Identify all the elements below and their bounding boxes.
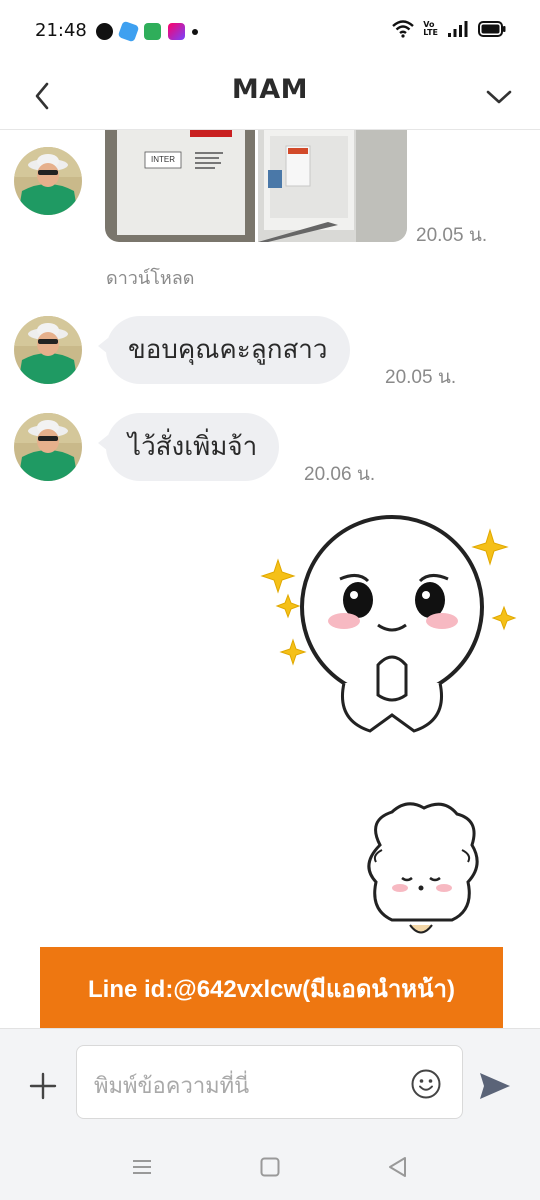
message-timestamp: 20.06 น. — [304, 464, 376, 485]
avatar-image — [14, 147, 82, 215]
home-icon — [260, 1157, 280, 1177]
app-icon-green — [144, 23, 161, 40]
status-time: 21:48 — [35, 20, 87, 41]
send-icon — [480, 1073, 510, 1099]
chat-title: MAM — [231, 74, 309, 105]
back-triangle-icon — [389, 1157, 406, 1177]
photo-box-1[interactable]: INTER — [105, 130, 255, 242]
plus-icon — [29, 1072, 57, 1100]
smiley-icon — [411, 1069, 441, 1099]
chat-menu-dropdown[interactable] — [484, 76, 514, 116]
nav-back-button[interactable] — [385, 1154, 411, 1180]
app-icon-blue — [117, 20, 140, 43]
message-input[interactable]: พิมพ์ข้อความที่นี่ — [76, 1045, 463, 1119]
line-app-icon — [96, 23, 113, 40]
sheep-bowing-sticker[interactable] — [362, 800, 482, 952]
notification-dot-icon — [192, 28, 198, 35]
emoji-button[interactable] — [410, 1068, 442, 1100]
system-nav-bar — [0, 1134, 540, 1200]
send-button[interactable] — [478, 1071, 512, 1101]
wifi-icon — [392, 20, 415, 38]
promo-banner[interactable]: Line id:@642vxlcw(มีแอดนำหน้า) — [40, 947, 503, 1033]
message-placeholder: พิมพ์ข้อความที่นี่ — [94, 1074, 250, 1099]
message-timestamp: 20.05 น. — [385, 367, 457, 388]
add-attachment-button[interactable] — [28, 1071, 58, 1101]
message-bubble[interactable]: ไว้สั่งเพิ่มจ้า — [97, 413, 280, 481]
status-bar: 21:48 Vo LTE — [0, 0, 540, 62]
message-bubble[interactable]: ขอบคุณคะลูกสาว — [98, 316, 350, 384]
recent-apps-icon — [133, 1160, 151, 1174]
app-icon-purple — [168, 23, 185, 40]
photo-image: INTER — [105, 130, 255, 242]
recent-apps-button[interactable] — [129, 1154, 155, 1180]
photo-label: INTER — [151, 155, 175, 164]
system-icons: Vo LTE — [392, 20, 506, 38]
cony-pleading-sticker[interactable] — [258, 515, 520, 744]
photo-box-2[interactable] — [257, 130, 407, 242]
avatar-image — [14, 413, 82, 481]
volte-icon: Vo LTE — [423, 20, 438, 37]
message-input-area: พิมพ์ข้อความที่นี่ — [0, 1028, 540, 1134]
avatar[interactable] — [14, 413, 82, 481]
chat-header: MAM — [0, 62, 540, 130]
signal-icon — [448, 21, 468, 37]
photo-group[interactable]: INTER — [105, 130, 407, 242]
avatar-image — [14, 316, 82, 384]
message-timestamp: 20.05 น. — [416, 225, 488, 246]
notification-icons — [96, 20, 198, 43]
download-link[interactable]: ดาวน์โหลด — [106, 263, 194, 292]
photo-image — [257, 130, 407, 242]
chevron-down-icon — [486, 90, 512, 104]
battery-icon — [478, 21, 506, 37]
avatar[interactable] — [14, 316, 82, 384]
avatar[interactable] — [14, 147, 82, 215]
home-button[interactable] — [257, 1154, 283, 1180]
